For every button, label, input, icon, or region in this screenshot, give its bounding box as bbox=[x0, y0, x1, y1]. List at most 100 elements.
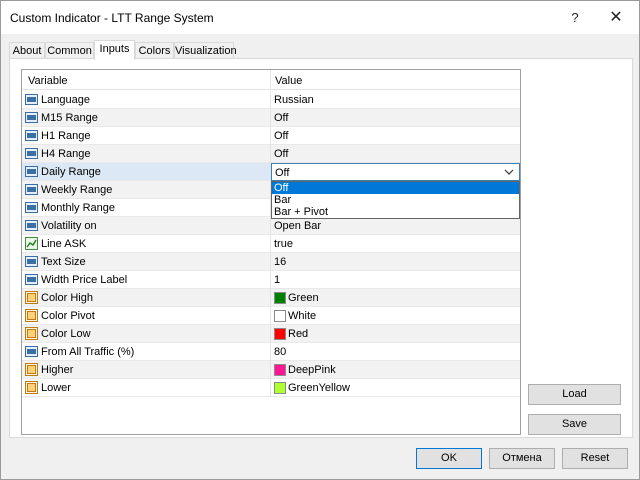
color-swatch[interactable] bbox=[274, 310, 286, 322]
dropdown-option[interactable]: Bar bbox=[272, 194, 519, 206]
numeric-icon bbox=[25, 274, 38, 285]
variable-label: Text Size bbox=[41, 256, 86, 268]
value-text: Russian bbox=[274, 94, 314, 106]
tab-inputs[interactable]: Inputs bbox=[94, 40, 135, 60]
value-text: White bbox=[288, 310, 317, 322]
value-cell[interactable]: true bbox=[271, 235, 520, 252]
variable-label: Language bbox=[41, 94, 90, 106]
color-swatch[interactable] bbox=[274, 292, 286, 304]
value-cell[interactable]: 80 bbox=[271, 343, 520, 360]
table-row[interactable]: Language Russian bbox=[22, 91, 520, 109]
tab-visualization[interactable]: Visualization bbox=[174, 42, 237, 59]
table-row[interactable]: Volatility on Open Bar bbox=[22, 217, 520, 235]
tab-colors[interactable]: Colors bbox=[135, 42, 174, 59]
variable-cell[interactable]: Line ASK bbox=[22, 235, 270, 252]
tab-about[interactable]: About bbox=[9, 42, 45, 59]
table-row[interactable]: Text Size 16 bbox=[22, 253, 520, 271]
variable-cell[interactable]: Color Pivot bbox=[22, 307, 270, 324]
column-header-value[interactable]: Value bbox=[275, 75, 302, 87]
color-swatch[interactable] bbox=[274, 364, 286, 376]
color-swatch[interactable] bbox=[274, 328, 286, 340]
value-cell[interactable]: Green bbox=[271, 289, 520, 306]
variable-label: Color Pivot bbox=[41, 310, 95, 322]
value-cell[interactable]: GreenYellow bbox=[271, 379, 520, 396]
variable-cell[interactable]: Daily Range bbox=[22, 163, 270, 180]
table-row[interactable]: H4 Range Off bbox=[22, 145, 520, 163]
color-icon bbox=[25, 381, 38, 394]
dropdown-option[interactable]: Off bbox=[272, 182, 519, 194]
value-combobox[interactable]: Off bbox=[271, 163, 520, 181]
variable-cell[interactable]: Weekly Range bbox=[22, 181, 270, 198]
value-cell[interactable]: Off bbox=[271, 127, 520, 144]
line-icon bbox=[25, 237, 38, 250]
value-text: 80 bbox=[274, 346, 287, 358]
table-row[interactable]: Line ASK true bbox=[22, 235, 520, 253]
value-cell[interactable]: DeepPink bbox=[271, 361, 520, 378]
variable-cell[interactable]: M15 Range bbox=[22, 109, 270, 126]
numeric-icon bbox=[25, 256, 38, 267]
variable-label: Color Low bbox=[41, 328, 91, 340]
load-button[interactable]: Load bbox=[528, 384, 621, 405]
value-cell[interactable]: Off bbox=[271, 145, 520, 162]
grid-header: Variable Value bbox=[22, 70, 520, 90]
value-cell[interactable]: Off bbox=[271, 163, 520, 181]
color-icon bbox=[25, 363, 38, 376]
save-button[interactable]: Save bbox=[528, 414, 621, 435]
column-header-variable[interactable]: Variable bbox=[28, 75, 68, 87]
value-cell[interactable]: Off bbox=[271, 109, 520, 126]
table-row[interactable]: Width Price Label 1 bbox=[22, 271, 520, 289]
table-row[interactable]: M15 Range Off bbox=[22, 109, 520, 127]
dialog-window: Custom Indicator - LTT Range System ? ✕ … bbox=[0, 0, 640, 480]
column-divider[interactable] bbox=[270, 70, 271, 90]
variable-cell[interactable]: Higher bbox=[22, 361, 270, 378]
variable-cell[interactable]: H4 Range bbox=[22, 145, 270, 162]
help-button[interactable]: ? bbox=[560, 7, 590, 29]
value-text: Off bbox=[274, 130, 289, 142]
value-cell[interactable]: 16 bbox=[271, 253, 520, 270]
ok-button[interactable]: OK bbox=[416, 448, 482, 469]
value-text: DeepPink bbox=[288, 364, 336, 376]
variable-cell[interactable]: Color Low bbox=[22, 325, 270, 342]
value-cell[interactable]: White bbox=[271, 307, 520, 324]
variable-cell[interactable]: H1 Range bbox=[22, 127, 270, 144]
value-cell[interactable]: 1 bbox=[271, 271, 520, 288]
value-text: Off bbox=[274, 112, 289, 124]
value-cell[interactable]: Open Bar bbox=[271, 217, 520, 234]
color-swatch[interactable] bbox=[274, 382, 286, 394]
variable-label: Lower bbox=[41, 382, 71, 394]
dropdown-option[interactable]: Bar + Pivot bbox=[272, 206, 519, 218]
variable-label: Weekly Range bbox=[41, 184, 113, 196]
value-cell[interactable]: Red bbox=[271, 325, 520, 342]
close-button[interactable]: ✕ bbox=[601, 7, 631, 29]
numeric-icon bbox=[25, 202, 38, 213]
tab-common[interactable]: Common bbox=[45, 42, 94, 59]
numeric-icon bbox=[25, 184, 38, 195]
reset-button[interactable]: Reset bbox=[562, 448, 628, 469]
table-row[interactable]: Color Low Red bbox=[22, 325, 520, 343]
value-text: Red bbox=[288, 328, 309, 340]
variable-label: Monthly Range bbox=[41, 202, 115, 214]
title-bar: Custom Indicator - LTT Range System ? ✕ bbox=[1, 1, 639, 34]
value-cell[interactable]: Russian bbox=[271, 91, 520, 108]
variable-cell[interactable]: Color High bbox=[22, 289, 270, 306]
variable-cell[interactable]: Volatility on bbox=[22, 217, 270, 234]
table-row[interactable]: Color High Green bbox=[22, 289, 520, 307]
table-row[interactable]: Higher DeepPink bbox=[22, 361, 520, 379]
table-row[interactable]: Lower GreenYellow bbox=[22, 379, 520, 397]
variable-cell[interactable]: Monthly Range bbox=[22, 199, 270, 216]
table-row[interactable]: Daily Range Off bbox=[22, 163, 520, 181]
numeric-icon bbox=[25, 166, 38, 177]
table-row[interactable]: From All Traffic (%) 80 bbox=[22, 343, 520, 361]
value-text: Green bbox=[288, 292, 319, 304]
variable-cell[interactable]: Language bbox=[22, 91, 270, 108]
variable-cell[interactable]: Text Size bbox=[22, 253, 270, 270]
variable-cell[interactable]: From All Traffic (%) bbox=[22, 343, 270, 360]
color-icon bbox=[25, 291, 38, 304]
table-row[interactable]: Color Pivot White bbox=[22, 307, 520, 325]
variable-cell[interactable]: Width Price Label bbox=[22, 271, 270, 288]
table-row[interactable]: H1 Range Off bbox=[22, 127, 520, 145]
chevron-down-icon[interactable] bbox=[503, 166, 515, 178]
variable-cell[interactable]: Lower bbox=[22, 379, 270, 396]
cancel-button[interactable]: Отмена bbox=[489, 448, 555, 469]
variable-label: H4 Range bbox=[41, 148, 91, 160]
